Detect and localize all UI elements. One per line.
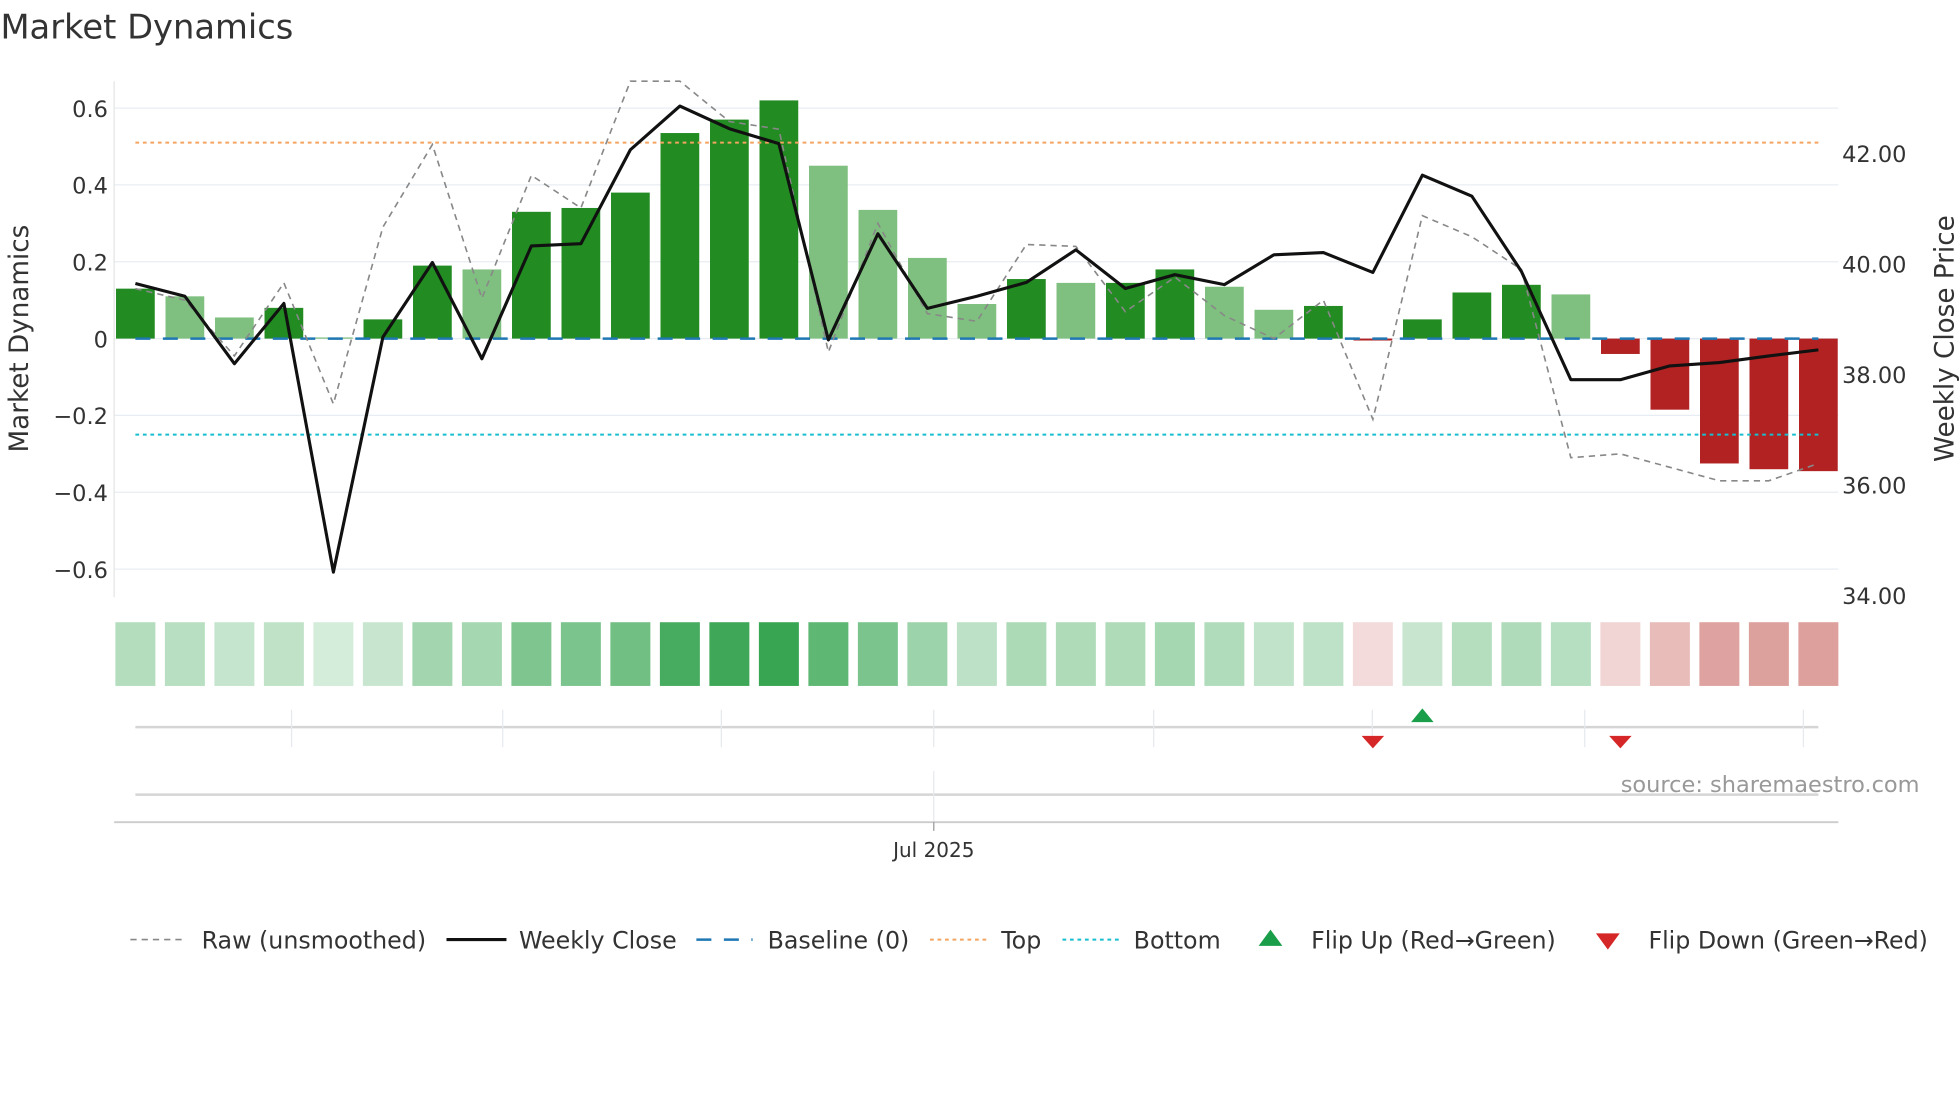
bar bbox=[908, 257, 947, 339]
heat-strip bbox=[115, 622, 1839, 686]
gridlines bbox=[113, 81, 1839, 598]
heat-cell bbox=[115, 622, 156, 686]
heat-cell bbox=[461, 622, 502, 686]
bar bbox=[1799, 338, 1838, 472]
heat-cell bbox=[362, 622, 403, 686]
bar bbox=[1551, 294, 1591, 339]
heat-cell bbox=[758, 622, 799, 686]
heat-cell bbox=[1600, 622, 1641, 686]
heat-cell bbox=[263, 622, 304, 686]
bar bbox=[660, 133, 700, 339]
bar bbox=[561, 207, 601, 339]
heat-cell bbox=[313, 622, 354, 686]
bar bbox=[1007, 279, 1046, 339]
heat-cell bbox=[1006, 622, 1047, 686]
bar bbox=[165, 296, 205, 339]
legend-label: Baseline (0) bbox=[768, 926, 910, 954]
y-tick-label: 0.6 bbox=[72, 97, 108, 123]
right-axis-ticks: 42.00 40.00 38.00 36.00 34.00 bbox=[1842, 142, 1906, 610]
right-axis-label: Weekly Close Price bbox=[1930, 215, 1960, 462]
x-tick-label: Jul 2025 bbox=[891, 838, 974, 862]
heat-cell bbox=[808, 622, 849, 686]
heat-cell bbox=[1352, 622, 1393, 686]
heat-cell bbox=[1699, 622, 1740, 686]
bar bbox=[1700, 338, 1739, 464]
bar bbox=[1205, 286, 1244, 339]
heat-cell bbox=[659, 622, 700, 686]
heat-cell bbox=[1055, 622, 1096, 686]
bar bbox=[858, 209, 898, 339]
y-tick-label: −0.6 bbox=[53, 558, 108, 584]
y2-tick-label: 34.00 bbox=[1842, 584, 1906, 610]
heat-cell bbox=[1550, 622, 1591, 686]
heat-cell bbox=[1154, 622, 1195, 686]
bar bbox=[611, 192, 650, 339]
bar bbox=[1452, 292, 1492, 339]
y2-tick-label: 42.00 bbox=[1842, 142, 1906, 168]
legend-label: Flip Down (Green→Red) bbox=[1648, 926, 1927, 954]
heat-cell bbox=[412, 622, 453, 686]
legend-label: Bottom bbox=[1134, 926, 1221, 954]
bar bbox=[116, 288, 155, 339]
heat-cell bbox=[1303, 622, 1344, 686]
y-tick-label: 0 bbox=[94, 327, 108, 353]
y2-tick-label: 36.00 bbox=[1842, 474, 1906, 500]
heat-cell bbox=[1105, 622, 1146, 686]
heat-cell bbox=[1253, 622, 1294, 686]
bar bbox=[264, 307, 304, 339]
y2-tick-label: 40.00 bbox=[1842, 252, 1906, 278]
legend-flip-down-icon bbox=[1595, 933, 1620, 950]
bar bbox=[413, 265, 452, 339]
y-tick-label: 0.4 bbox=[72, 174, 108, 200]
bar bbox=[1056, 282, 1096, 339]
heat-cell bbox=[1451, 622, 1492, 686]
y-tick-label: −0.2 bbox=[53, 404, 108, 430]
chart-title: Market Dynamics bbox=[0, 8, 293, 47]
flip-markers bbox=[135, 708, 1819, 823]
heat-cell bbox=[164, 622, 205, 686]
heat-cell bbox=[1402, 622, 1443, 686]
heat-cell bbox=[560, 622, 601, 686]
heat-cell bbox=[956, 622, 997, 686]
source-label: source: sharemaestro.com bbox=[1621, 772, 1920, 798]
heat-cell bbox=[610, 622, 651, 686]
bar bbox=[1254, 309, 1294, 339]
heat-cell bbox=[511, 622, 552, 686]
bar bbox=[759, 100, 799, 339]
bar bbox=[1650, 338, 1690, 410]
legend-label: Raw (unsmoothed) bbox=[202, 926, 426, 954]
legend-flip-up-icon bbox=[1258, 929, 1283, 946]
legend-label: Weekly Close bbox=[519, 926, 677, 954]
y2-tick-label: 38.00 bbox=[1842, 363, 1906, 389]
heat-cell bbox=[1748, 622, 1789, 686]
y-tick-label: −0.4 bbox=[53, 481, 108, 507]
heat-cell bbox=[1204, 622, 1245, 686]
flip-down-marker bbox=[1609, 735, 1632, 749]
bar bbox=[1601, 338, 1640, 354]
bar bbox=[1403, 319, 1442, 339]
legend-label: Top bbox=[1000, 926, 1041, 954]
legend: Raw (unsmoothed) Weekly Close Baseline (0)… bbox=[130, 926, 1928, 954]
market-dynamics-chart: Market Dynamics 0.6 0.4 0.2 0 −0.2 −0.4 −0.6 4… bbox=[0, 8, 1960, 955]
left-axis-label: Market Dynamics bbox=[5, 225, 35, 453]
bar bbox=[1502, 284, 1541, 339]
heat-cell bbox=[907, 622, 948, 686]
flip-up-marker bbox=[1411, 708, 1434, 723]
bar bbox=[957, 304, 997, 339]
heat-cell bbox=[1501, 622, 1542, 686]
y-tick-label: 0.2 bbox=[72, 251, 108, 277]
heat-cell bbox=[1798, 622, 1839, 686]
bar bbox=[710, 119, 749, 339]
left-axis-ticks: 0.6 0.4 0.2 0 −0.2 −0.4 −0.6 bbox=[53, 97, 108, 584]
heat-cell bbox=[214, 622, 255, 686]
flip-down-marker bbox=[1361, 735, 1385, 749]
heat-cell bbox=[1649, 622, 1690, 686]
raw-line bbox=[135, 80, 1819, 482]
heat-cell bbox=[857, 622, 898, 686]
heat-cell bbox=[709, 622, 750, 686]
legend-label: Flip Up (Red→Green) bbox=[1311, 926, 1556, 954]
reference-lines bbox=[135, 141, 1819, 436]
